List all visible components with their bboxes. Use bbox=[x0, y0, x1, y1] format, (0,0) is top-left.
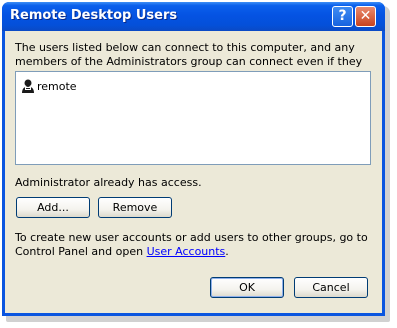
users-listbox[interactable]: remote bbox=[15, 71, 371, 165]
list-item-user[interactable]: remote bbox=[20, 78, 77, 94]
info-suffix: . bbox=[225, 245, 229, 258]
window-title: Remote Desktop Users bbox=[10, 8, 178, 23]
access-note: Administrator already has access. bbox=[15, 176, 202, 189]
remove-button[interactable]: Remove bbox=[98, 197, 172, 218]
ok-button[interactable]: OK bbox=[210, 277, 284, 298]
cancel-button[interactable]: Cancel bbox=[294, 277, 368, 298]
info-text: To create new user accounts or add users… bbox=[15, 231, 375, 259]
close-button[interactable]: ✕ bbox=[355, 6, 376, 27]
title-bar[interactable]: Remote Desktop Users ? ✕ bbox=[2, 2, 385, 31]
help-button[interactable]: ? bbox=[332, 6, 353, 27]
close-icon: ✕ bbox=[359, 8, 372, 24]
dialog-body: The users listed below can connect to th… bbox=[5, 31, 382, 313]
user-icon bbox=[22, 79, 34, 93]
user-accounts-link[interactable]: User Accounts bbox=[147, 245, 226, 258]
user-name: remote bbox=[37, 79, 77, 93]
remote-desktop-users-dialog: Remote Desktop Users ? ✕ The users liste… bbox=[2, 2, 385, 316]
help-icon: ? bbox=[338, 8, 347, 24]
add-button[interactable]: Add... bbox=[16, 197, 90, 218]
